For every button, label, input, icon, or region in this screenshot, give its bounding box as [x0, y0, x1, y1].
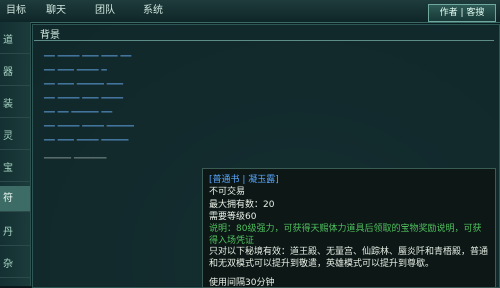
panel-divider	[34, 40, 494, 41]
blurred-text-line: ━━ ━━━━ ━━━ ━━━━	[44, 94, 124, 104]
top-tab-bar: 目标 聊天 团队 系统 作者 | 客搜	[0, 0, 500, 23]
tooltip-tradeable: 不可交易	[209, 187, 246, 197]
sidebar-item-4[interactable]: 灵	[0, 124, 30, 150]
left-sidebar: 道 器 装 灵 宝 符 丹 杂	[0, 22, 31, 286]
tooltip-description-cont: 得入场凭证	[209, 236, 255, 246]
blurred-text-line: ━━ ━━━━ ━━━━ ━━━━━	[44, 122, 134, 132]
sidebar-item-6[interactable]: 符	[0, 186, 30, 212]
tab-target[interactable]: 目标	[6, 0, 26, 22]
tab-chat[interactable]: 聊天	[46, 0, 66, 22]
sidebar-item-3[interactable]: 装	[0, 92, 30, 118]
tooltip-modes: 只对以下秘境有效：道王殿、无量宫、仙踪林、蜃炎阡和青梧殿，普通和无双模式可以提升…	[209, 247, 489, 269]
sidebar-item-8[interactable]: 杂	[0, 252, 30, 278]
sidebar-item-2[interactable]: 器	[0, 60, 30, 86]
blurred-text-line: ━━ ━━━━ ━━━ ━━━ ━━	[44, 52, 132, 62]
sidebar-item-1[interactable]: 道	[0, 28, 30, 54]
corner-button[interactable]: 作者 | 客搜	[428, 4, 496, 22]
blurred-text-line: ━━ ━━━ ━━━━ ━	[44, 66, 107, 76]
tooltip-duration: 使用间隔30分钟	[209, 278, 275, 288]
blurred-text-line: ━━ ━━━ ━━━━━ ━━━	[44, 80, 124, 90]
sidebar-item-5[interactable]: 宝	[0, 156, 30, 182]
tab-system[interactable]: 系统	[143, 0, 163, 22]
blurred-text-line: ━━ ━━ ━━━━━ ━━	[44, 108, 113, 118]
tab-team[interactable]: 团队	[95, 0, 115, 22]
sidebar-item-7[interactable]: 丹	[0, 220, 30, 246]
panel-title: 背景	[40, 30, 60, 41]
blurred-text-line: ━━━━━ ━━━━━━	[44, 154, 107, 164]
blurred-text-line: ━━ ━━━ ━━━━ ━━━━━	[44, 136, 129, 146]
